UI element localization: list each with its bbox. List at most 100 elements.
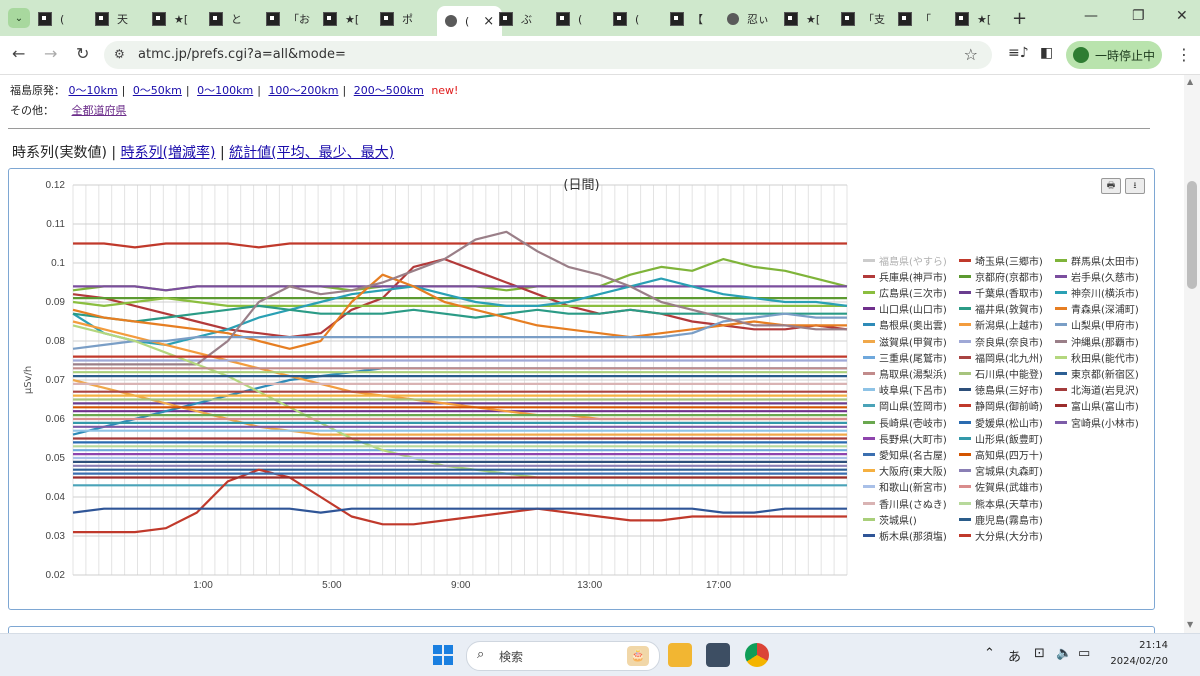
legend-item[interactable]: 福井県(敦賀市) [959, 302, 1043, 316]
side-panel-icon[interactable]: ◧ [1040, 45, 1053, 61]
legend-item[interactable]: 栃木県(那須塩) [863, 528, 947, 543]
link-0-100km[interactable]: 0〜100km [197, 84, 253, 97]
sync-paused-button[interactable]: 一時停止中 [1066, 41, 1162, 69]
page-scrollbar[interactable]: ▲ ▼ [1184, 75, 1200, 633]
browser-tab[interactable]: ★[ [323, 6, 359, 32]
browser-tab[interactable]: 天 [95, 6, 128, 32]
legend-item[interactable]: 鹿児島(霧島市) [959, 512, 1043, 527]
legend-item[interactable]: 広島県(三次市) [863, 285, 947, 300]
legend-item[interactable]: 神奈川(横浜市) [1055, 285, 1139, 300]
system-clock[interactable]: 21:14 2024/02/20 [1106, 638, 1168, 670]
legend-item[interactable]: 和歌山(新宮市) [863, 480, 947, 494]
legend-item[interactable]: 沖縄県(那覇市) [1055, 334, 1139, 349]
scroll-thumb[interactable] [1187, 181, 1197, 289]
browser-tab[interactable]: ★[ [955, 6, 991, 32]
legend-item[interactable]: 長崎県(壱岐市) [863, 415, 947, 430]
browser-tab[interactable]: 忍ぃ [727, 6, 769, 32]
scroll-up-icon[interactable]: ▲ [1187, 77, 1193, 86]
legend-item[interactable]: 山梨県(甲府市) [1055, 318, 1139, 332]
minimize-icon[interactable]: — [1084, 8, 1098, 24]
legend-item[interactable]: 宮崎県(小林市) [1055, 415, 1139, 430]
browser-tab[interactable]: ★[ [152, 6, 188, 32]
legend-item[interactable]: 福島県(やすら) [863, 253, 947, 268]
battery-icon[interactable]: ▭ [1078, 646, 1090, 661]
start-button[interactable] [433, 645, 453, 665]
bookmark-star-icon[interactable]: ☆ [964, 45, 978, 64]
back-icon[interactable]: ← [12, 44, 25, 63]
legend-item[interactable]: 石川県(中能登) [959, 366, 1043, 381]
legend-item[interactable]: 鳥取県(湯梨浜) [863, 366, 947, 381]
link-all-prefectures[interactable]: 全都道府県 [72, 104, 127, 117]
browser-tab[interactable]: ポ [380, 6, 413, 32]
legend-item[interactable]: 高知県(四万十) [959, 447, 1043, 462]
legend-item[interactable]: 佐賀県(武雄市) [959, 480, 1043, 494]
legend-item[interactable]: 三重県(尾鷲市) [863, 350, 947, 365]
legend-item[interactable]: 長野県(大町市) [863, 431, 947, 446]
link-0-10km[interactable]: 0〜10km [69, 84, 118, 97]
site-info-icon[interactable]: ⚙ [114, 47, 125, 61]
browser-menu-icon[interactable]: ⋮ [1176, 45, 1192, 64]
browser-tab[interactable]: 「 [898, 6, 931, 32]
new-tab-button[interactable]: + [1012, 8, 1027, 29]
legend-item[interactable]: 愛知県(名古屋) [863, 447, 947, 462]
legend-item[interactable]: 新潟県(上越市) [959, 318, 1043, 332]
link-0-50km[interactable]: 0〜50km [133, 84, 182, 97]
legend-item[interactable]: 奈良県(奈良市) [959, 334, 1043, 349]
forward-icon[interactable]: → [44, 44, 57, 63]
close-tab-icon[interactable]: × [483, 14, 494, 29]
browser-tab[interactable]: ★[ [784, 6, 820, 32]
legend-item[interactable]: 岡山県(笠岡市) [863, 399, 947, 413]
ime-indicator[interactable]: あ [1008, 646, 1021, 665]
legend-item[interactable]: 秋田県(能代市) [1055, 350, 1139, 365]
link-100-200km[interactable]: 100〜200km [268, 84, 338, 97]
browser-tab[interactable]: ( [556, 6, 582, 32]
legend-item[interactable]: 大分県(大分市) [959, 528, 1043, 543]
legend-item[interactable]: 宮城県(丸森町) [959, 464, 1043, 478]
legend-item[interactable]: 茨城県() [863, 512, 917, 527]
legend-item[interactable]: 埼玉県(三郷市) [959, 253, 1043, 268]
legend-item[interactable]: 香川県(さぬき) [863, 496, 947, 511]
tray-overflow-icon[interactable]: ⌃ [984, 646, 995, 661]
legend-item[interactable]: 富山県(富山市) [1055, 399, 1139, 413]
legend-item[interactable]: 岐阜県(下呂市) [863, 383, 947, 397]
tab-timeseries-actual[interactable]: 時系列(実数値) [12, 145, 107, 161]
legend-item[interactable]: 滋賀県(甲賀市) [863, 334, 947, 349]
legend-item[interactable]: 兵庫県(神戸市) [863, 269, 947, 284]
legend-item[interactable]: 京都府(京都市) [959, 269, 1043, 284]
file-explorer-icon[interactable] [668, 643, 692, 667]
legend-item[interactable]: 青森県(深浦町) [1055, 302, 1139, 316]
address-bar[interactable]: ⚙ atmc.jp/prefs.cgi?a=all&mode= ☆ [104, 41, 992, 69]
reload-icon[interactable]: ↻ [76, 44, 89, 63]
network-icon[interactable]: ⊡ [1034, 646, 1045, 661]
legend-item[interactable]: 岩手県(久慈市) [1055, 269, 1139, 284]
tab-statistics[interactable]: 統計値(平均、最少、最大) [229, 145, 394, 161]
legend-item[interactable]: 山口県(山口市) [863, 302, 947, 316]
browser-tab[interactable]: ( [613, 6, 639, 32]
chrome-icon[interactable] [745, 643, 769, 667]
legend-item[interactable]: 熊本県(天草市) [959, 496, 1043, 511]
close-window-icon[interactable]: ✕ [1176, 8, 1188, 24]
legend-item[interactable]: 徳島県(三好市) [959, 383, 1043, 397]
legend-item[interactable]: 山形県(飯豊町) [959, 431, 1043, 446]
tab-search-button[interactable]: ⌄ [8, 8, 30, 28]
legend-item[interactable]: 島根県(奥出雲) [863, 318, 947, 332]
tab-timeseries-change[interactable]: 時系列(増減率) [121, 145, 216, 161]
legend-item[interactable]: 群馬県(太田市) [1055, 253, 1139, 268]
taskbar-search[interactable]: ⌕ 検索 🎂 [466, 641, 660, 671]
browser-tab[interactable]: 「支 [841, 6, 885, 32]
url-text[interactable]: atmc.jp/prefs.cgi?a=all&mode= [138, 47, 346, 62]
restore-icon[interactable]: ❐ [1132, 8, 1145, 24]
legend-item[interactable]: 愛媛県(松山市) [959, 415, 1043, 430]
download-chart-icon[interactable]: ⭳ [1125, 178, 1145, 194]
legend-item[interactable]: 北海道(岩見沢) [1055, 383, 1139, 397]
browser-tab[interactable]: 「お [266, 6, 310, 32]
browser-tab[interactable]: 【 [670, 6, 703, 32]
browser-tab[interactable]: ぶ [499, 6, 532, 32]
link-200-500km[interactable]: 200〜500km [354, 84, 424, 97]
volume-icon[interactable]: 🔈 [1056, 646, 1072, 661]
browser-tab[interactable]: と [209, 6, 242, 32]
legend-item[interactable]: 静岡県(御前崎) [959, 399, 1043, 413]
reading-list-icon[interactable]: ≡♪ [1008, 45, 1029, 61]
print-chart-icon[interactable]: 🖶 [1101, 178, 1121, 194]
legend-item[interactable]: 東京都(新宿区) [1055, 366, 1139, 381]
